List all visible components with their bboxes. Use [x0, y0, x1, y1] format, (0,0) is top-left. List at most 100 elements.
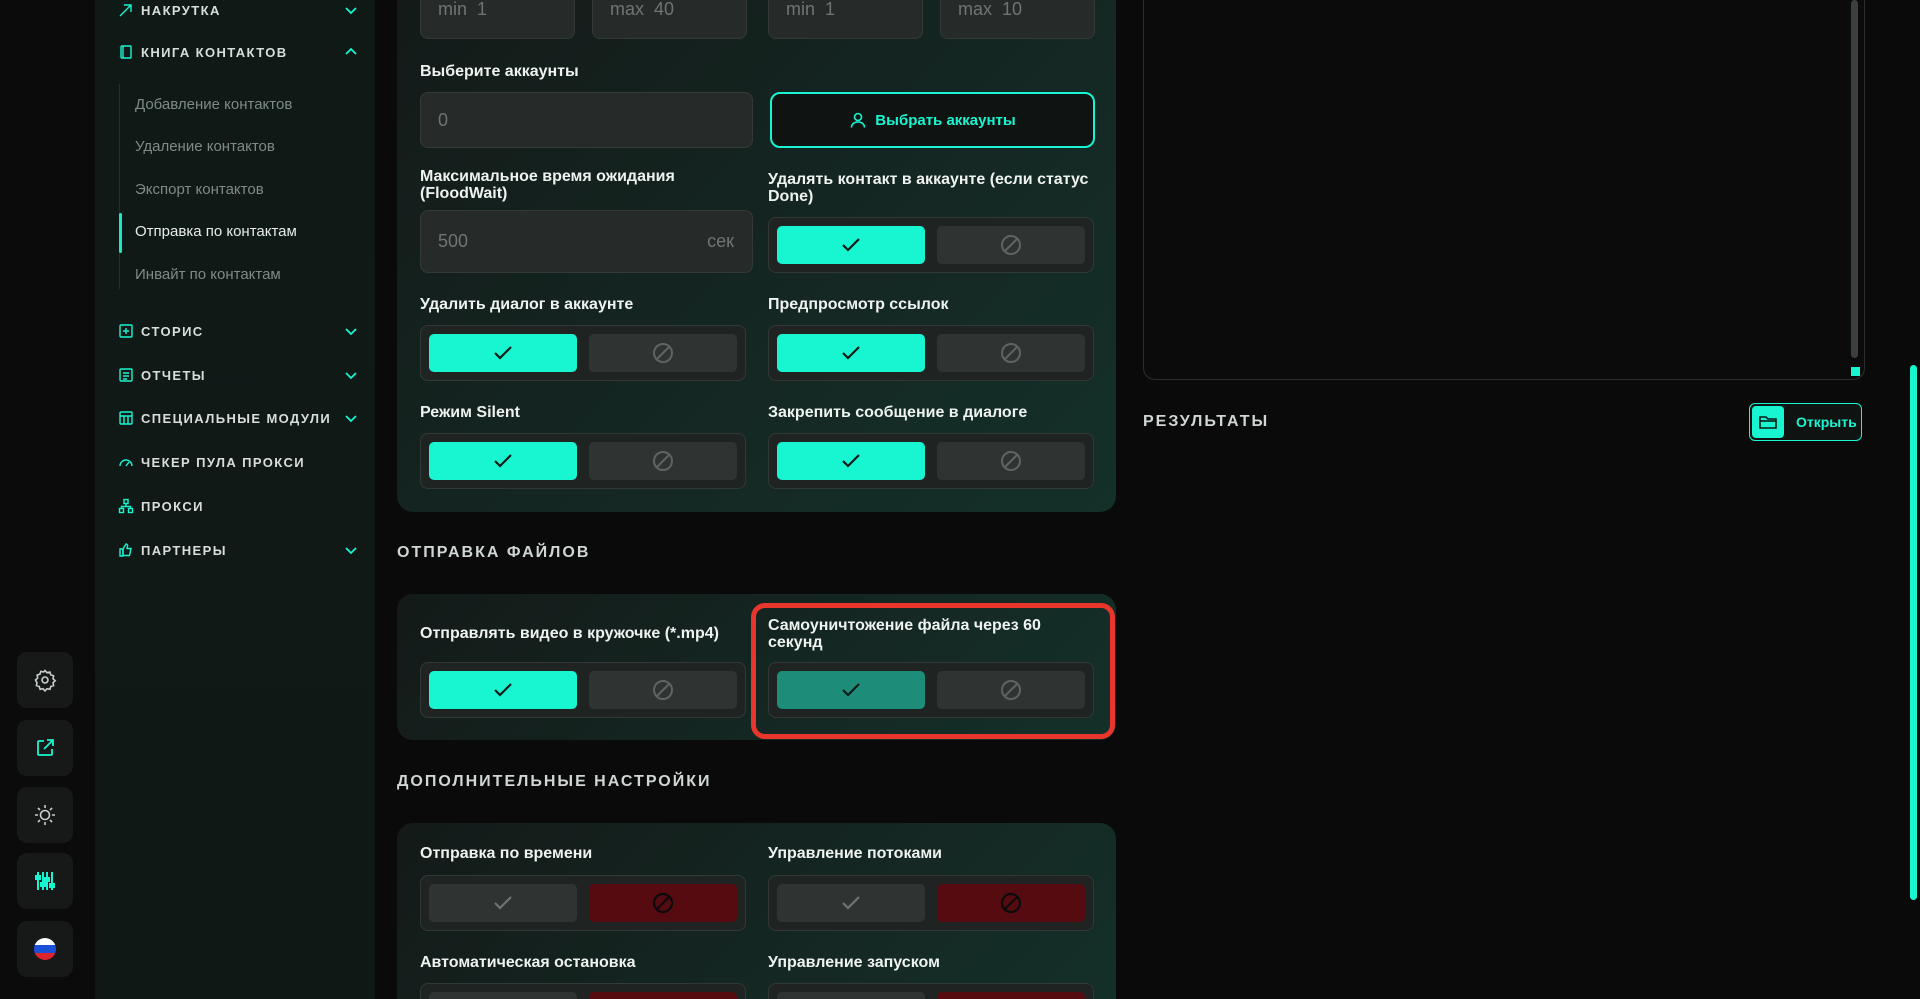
- sidebar-item-add-contacts[interactable]: Добавление контактов: [135, 96, 292, 113]
- nav-group-special-modules[interactable]: СПЕЦИАЛЬНЫЕ МОДУЛИ: [117, 406, 359, 430]
- nav-group-contacts[interactable]: КНИГА КОНТАКТОВ: [117, 40, 359, 64]
- page-scrollbar[interactable]: [1910, 365, 1917, 900]
- delay-max-input[interactable]: max 40: [592, 0, 747, 39]
- toggle-off-button[interactable]: [937, 226, 1085, 264]
- pin-message-label: Закрепить сообщение в диалоге: [768, 404, 1028, 421]
- toggle-off-button[interactable]: [937, 334, 1085, 372]
- silent-mode-toggle: [420, 433, 746, 489]
- ban-icon: [652, 892, 674, 914]
- nav-group-label: КНИГА КОНТАКТОВ: [141, 44, 288, 60]
- nav-group-nakrutka[interactable]: НАКРУТКА: [117, 0, 359, 22]
- count-max-input[interactable]: max 10: [940, 0, 1095, 39]
- count-min-input[interactable]: min 1: [768, 0, 923, 39]
- extra-section-title: ДОПОЛНИТЕЛЬНЫЕ НАСТРОЙКИ: [397, 773, 712, 790]
- message-textarea[interactable]: [1143, 0, 1865, 380]
- book-icon: [117, 43, 135, 61]
- submenu-line: [119, 84, 123, 289]
- textarea-resize-handle[interactable]: [1851, 367, 1860, 376]
- nav-group-label: СТОРИС: [141, 323, 204, 339]
- input-value: 500: [438, 231, 469, 251]
- nav-group-label: ПРОКСИ: [141, 498, 204, 514]
- ban-icon: [653, 343, 673, 363]
- toggle-on-button[interactable]: [429, 442, 577, 480]
- toggle-on-button[interactable]: [777, 334, 925, 372]
- delay-min-input[interactable]: min 1: [420, 0, 575, 39]
- open-external-button[interactable]: [17, 720, 73, 776]
- chevron-down-icon: [345, 7, 357, 15]
- sidebar-item-export-contacts[interactable]: Экспорт контактов: [135, 181, 264, 198]
- floodwait-input[interactable]: 500 сек: [420, 210, 753, 273]
- external-link-icon: [37, 739, 54, 756]
- toggle-on-button[interactable]: [429, 992, 577, 999]
- toggle-off-button[interactable]: [589, 334, 737, 372]
- sliders-icon: [35, 872, 55, 890]
- highlight-frame: [751, 603, 1115, 739]
- sidebar-item-delete-contacts[interactable]: Удаление контактов: [135, 138, 275, 155]
- toggle-on-button[interactable]: [777, 226, 925, 264]
- toggle-off-button[interactable]: [937, 992, 1085, 999]
- nav-group-reports[interactable]: ОТЧЕТЫ: [117, 363, 359, 387]
- launch-control-label: Управление запуском: [768, 954, 940, 971]
- toggle-off-button[interactable]: [589, 442, 737, 480]
- sidebar-item-send-contacts[interactable]: Отправка по контактам: [135, 223, 297, 240]
- sidebar-item-invite-contacts[interactable]: Инвайт по контактам: [135, 266, 281, 283]
- theme-toggle-button[interactable]: [17, 787, 73, 843]
- toggle-on-button[interactable]: [429, 334, 577, 372]
- check-icon: [842, 454, 860, 468]
- check-icon: [494, 346, 512, 360]
- input-value: 1: [825, 0, 836, 19]
- folder-icon: [1752, 406, 1784, 438]
- toggle-off-button[interactable]: [589, 884, 737, 922]
- toggle-off-button[interactable]: [937, 884, 1085, 922]
- send-time-label: Отправка по времени: [420, 845, 593, 862]
- threads-label: Управление потоками: [768, 845, 943, 862]
- textarea-scrollbar[interactable]: [1851, 0, 1858, 358]
- toggle-on-button[interactable]: [777, 884, 925, 922]
- language-button[interactable]: [17, 921, 73, 977]
- button-label: Открыть: [1796, 414, 1857, 430]
- accounts-label: Выберите аккаунты: [420, 63, 579, 80]
- check-icon: [494, 683, 512, 697]
- nav-group-partners[interactable]: ПАРТНЕРЫ: [117, 538, 359, 562]
- toggle-off-button[interactable]: [589, 671, 737, 709]
- boost-icon: [117, 1, 135, 19]
- threads-toggle: [768, 875, 1094, 931]
- nav-group-label: ЧЕКЕР ПУЛА ПРОКСИ: [141, 454, 306, 470]
- delete-dialog-label: Удалить диалог в аккаунте: [420, 296, 634, 313]
- plus-square-icon: [117, 322, 135, 340]
- accounts-count-input[interactable]: 0: [420, 92, 753, 148]
- network-icon: [117, 497, 135, 515]
- toggle-on-button[interactable]: [429, 884, 577, 922]
- input-prefix: max: [958, 0, 993, 19]
- thumbs-up-icon: [117, 541, 135, 559]
- nav-group-proxy[interactable]: ПРОКСИ: [117, 494, 359, 518]
- modules-button[interactable]: [17, 853, 73, 909]
- check-icon: [494, 454, 512, 468]
- select-accounts-button[interactable]: Выбрать аккаунты: [770, 92, 1095, 148]
- ru-flag-icon: [34, 938, 56, 960]
- auto-stop-label: Автоматическая остановка: [420, 954, 636, 971]
- nav-group-proxy-checker[interactable]: ЧЕКЕР ПУЛА ПРОКСИ: [117, 450, 359, 474]
- toggle-on-button[interactable]: [429, 671, 577, 709]
- toggle-on-button[interactable]: [777, 992, 925, 999]
- nav-group-label: ОТЧЕТЫ: [141, 367, 206, 383]
- toggle-on-button[interactable]: [777, 442, 925, 480]
- input-value: 10: [1002, 0, 1023, 19]
- toggle-off-button[interactable]: [937, 442, 1085, 480]
- open-results-button[interactable]: Открыть: [1749, 403, 1862, 441]
- ban-icon: [1001, 451, 1021, 471]
- chevron-up-icon: [345, 47, 357, 55]
- nav-group-stories[interactable]: СТОРИС: [117, 319, 359, 343]
- grid-icon: [117, 409, 135, 427]
- report-icon: [117, 366, 135, 384]
- sun-icon: [35, 805, 55, 825]
- nav-group-label: НАКРУТКА: [141, 2, 221, 18]
- toggle-off-button[interactable]: [589, 992, 737, 999]
- sidebar: НАКРУТКА КНИГА КОНТАКТОВ Добавление конт…: [95, 0, 375, 999]
- settings-button[interactable]: [17, 652, 73, 708]
- ban-icon: [653, 680, 673, 700]
- input-value: 40: [654, 0, 675, 19]
- check-icon: [842, 896, 860, 910]
- chevron-down-icon: [345, 372, 357, 380]
- video-circle-label: Отправлять видео в кружочке (*.mp4): [420, 625, 719, 642]
